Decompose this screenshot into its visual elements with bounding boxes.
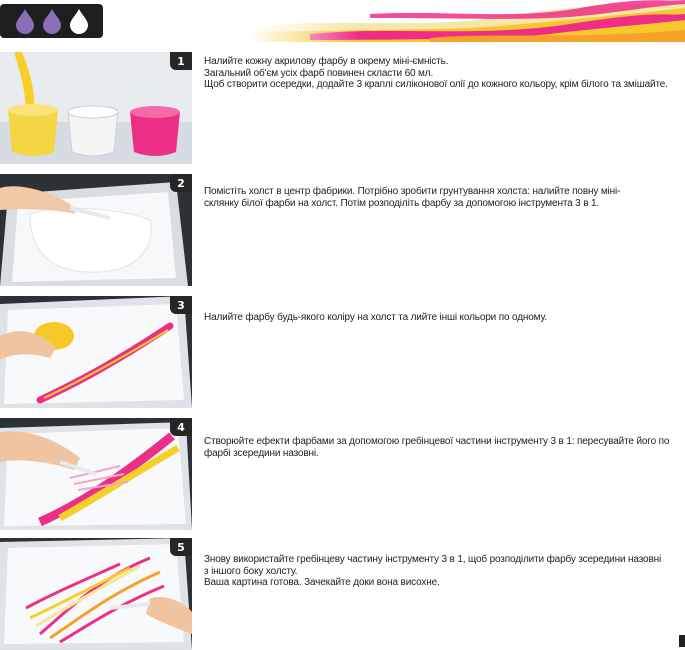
drop-icon <box>68 8 90 34</box>
step-2-instructions: Помістіть холст в центр фабрики. Потрібн… <box>204 186 644 209</box>
drops-badge <box>0 4 103 38</box>
step-3-photo <box>0 296 192 408</box>
page-corner-mark <box>679 635 685 647</box>
step-1: 1 Налийте кожну акрилову фарбу в окрему … <box>0 52 685 164</box>
step-number: 2 <box>170 174 192 192</box>
step-4-photo <box>0 418 192 530</box>
instruction-line: Налийте фарбу будь-якого коліру на холст… <box>204 312 547 323</box>
step-3: 3 Налийте фарбу будь-якого коліру на хол… <box>0 296 685 408</box>
paint-swirl-banner <box>250 0 685 42</box>
step-number: 5 <box>170 538 192 556</box>
step-5-instructions: Знову використайте гребінцеву частину ін… <box>204 554 664 589</box>
step-3-instructions: Налийте фарбу будь-якого коліру на холст… <box>204 312 669 324</box>
step-4: 4 Створюйте ефекти фарбами за допомогою … <box>0 418 685 530</box>
step-1-instructions: Налийте кожну акрилову фарбу в окрему мі… <box>204 56 669 91</box>
step-number: 4 <box>170 418 192 436</box>
step-5: 5 Знову використайте гребінцеву частину … <box>0 538 685 650</box>
instruction-line: Створюйте ефекти фарбами за допомогою гр… <box>204 436 670 459</box>
step-2: 2 Помістіть холст в центр фабрики. Потрі… <box>0 174 685 286</box>
step-1-photo <box>0 52 192 164</box>
instruction-line: Щоб створити осередки, додайте 3 краплі … <box>204 79 668 90</box>
step-2-photo <box>0 174 192 286</box>
step-number: 3 <box>170 296 192 314</box>
drop-icon <box>14 8 36 34</box>
step-4-instructions: Створюйте ефекти фарбами за допомогою гр… <box>204 436 674 459</box>
step-number: 1 <box>170 52 192 70</box>
instruction-line: Загальний об'єм усіх фарб повинен скласт… <box>204 67 434 79</box>
instruction-line: Знову використайте гребінцеву частину ін… <box>204 554 662 577</box>
instruction-line: Ваша картина готова. Зачекайте доки вона… <box>204 577 440 588</box>
drop-icon <box>41 8 63 34</box>
instruction-line: Налийте кожну акрилову фарбу в окрему мі… <box>204 56 449 67</box>
page-header <box>0 0 685 42</box>
step-5-photo <box>0 538 192 650</box>
instruction-line: Помістіть холст в центр фабрики. Потрібн… <box>204 186 621 209</box>
